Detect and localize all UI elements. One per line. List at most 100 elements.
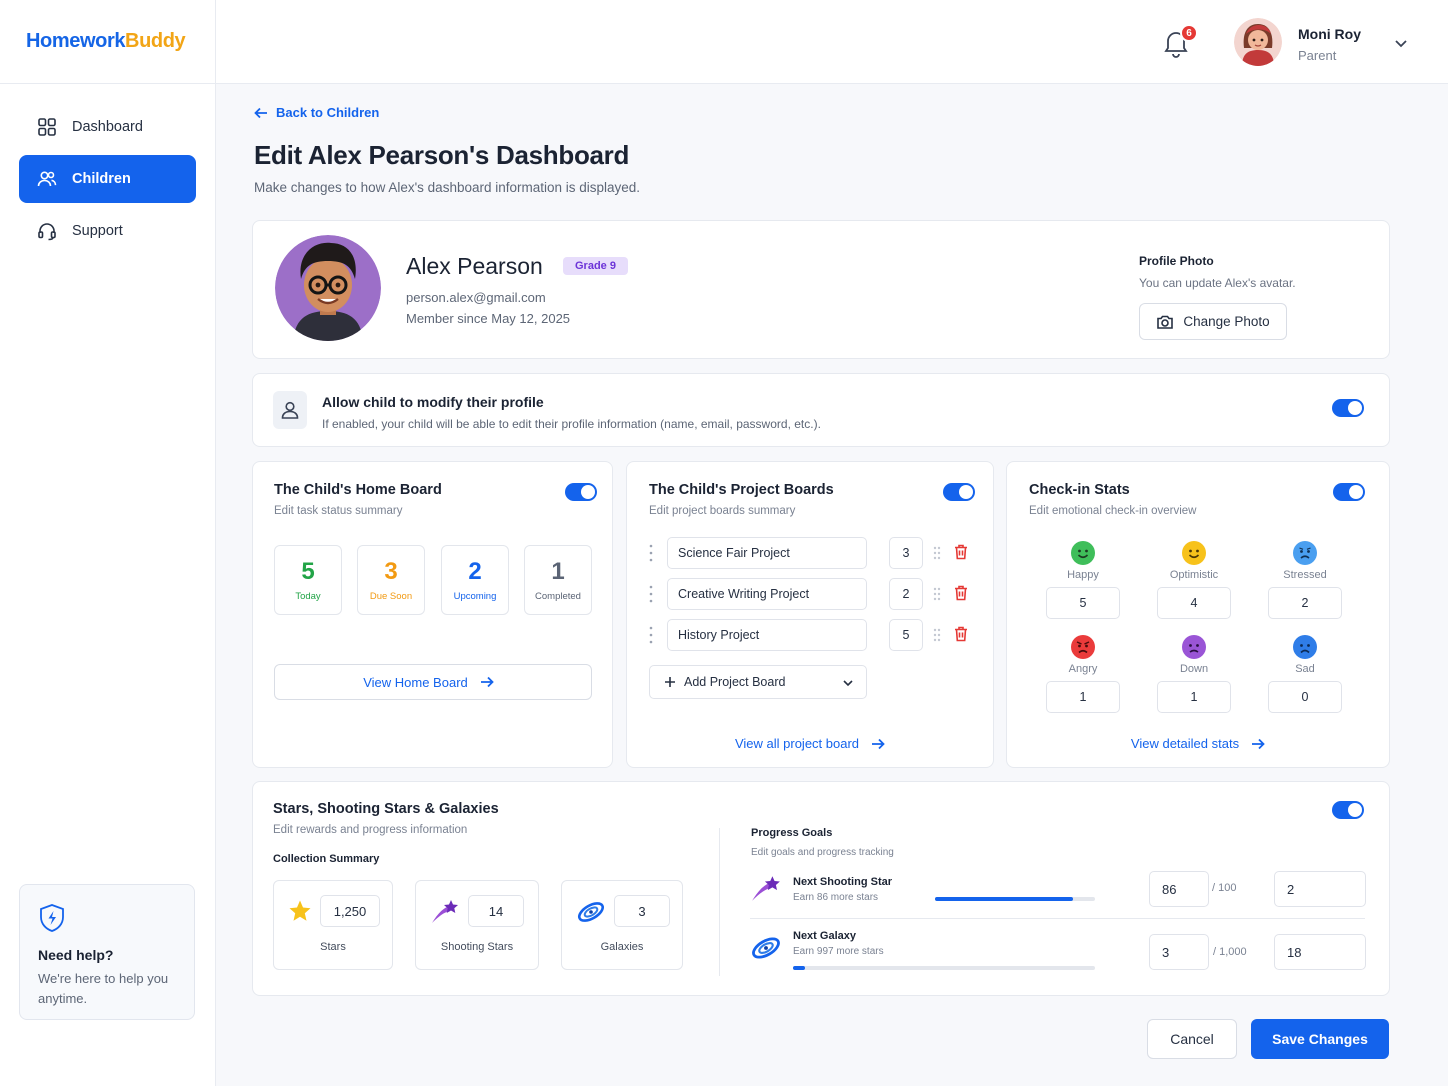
sidebar: Homework Buddy Dashboard Children Support… (0, 0, 216, 1086)
view-detailed-stats-link[interactable]: View detailed stats (1007, 736, 1389, 751)
logo-text-buddy: Buddy (125, 30, 186, 52)
emotion-happy: Happy 5 (1046, 541, 1120, 619)
profile-card: Alex Pearson Grade 9 person.alex@gmail.c… (252, 220, 1390, 359)
collection-galaxies: 3 Galaxies (561, 880, 683, 970)
sidebar-item-label: Dashboard (72, 119, 143, 135)
goal-target-input[interactable]: 2 (1274, 871, 1366, 907)
cancel-label: Cancel (1170, 1031, 1214, 1047)
user-avatar[interactable] (1234, 18, 1282, 66)
trash-icon[interactable] (954, 544, 968, 560)
project-count-input[interactable]: 2 (889, 578, 923, 610)
project-row: Science Fair Project 3 (649, 537, 979, 569)
shooting-star-icon (432, 900, 458, 923)
sidebar-item-support[interactable]: Support (19, 207, 196, 255)
reorder-grip-icon[interactable] (932, 545, 942, 561)
emotion-count-input[interactable]: 4 (1157, 587, 1231, 619)
project-count-input[interactable]: 5 (889, 619, 923, 651)
project-row: Creative Writing Project 2 (649, 578, 979, 610)
progress-goals-title: Progress Goals (751, 827, 833, 839)
user-menu-toggle[interactable] (1394, 36, 1408, 50)
view-home-board-label: View Home Board (363, 674, 468, 690)
drag-handle-icon[interactable] (649, 626, 653, 644)
home-board-title: The Child's Home Board (274, 482, 442, 498)
goal-target-input[interactable]: 18 (1274, 934, 1366, 970)
project-name-input[interactable]: Creative Writing Project (667, 578, 867, 610)
goal-progress-bar (793, 966, 1095, 970)
emotion-count-input[interactable]: 2 (1268, 587, 1342, 619)
project-count-input[interactable]: 3 (889, 537, 923, 569)
collection-label: Shooting Stars (440, 941, 514, 953)
project-name-input[interactable]: Science Fair Project (667, 537, 867, 569)
back-to-children-link[interactable]: Back to Children (254, 105, 379, 120)
allow-modify-title: Allow child to modify their profile (322, 394, 544, 410)
arrow-right-icon (872, 738, 885, 749)
drag-handle-icon[interactable] (649, 585, 653, 603)
project-boards-card: The Child's Project Boards Edit project … (626, 461, 994, 768)
add-project-board-select[interactable]: Add Project Board (649, 665, 867, 699)
user-name: Moni Roy (1298, 26, 1361, 42)
sidebar-item-label: Support (72, 223, 123, 239)
chevron-down-icon (1395, 40, 1407, 48)
allow-modify-toggle[interactable] (1332, 399, 1364, 417)
checkin-toggle[interactable] (1333, 483, 1365, 501)
save-changes-button[interactable]: Save Changes (1251, 1019, 1389, 1059)
reorder-grip-icon[interactable] (932, 586, 942, 602)
cancel-button[interactable]: Cancel (1147, 1019, 1237, 1059)
save-label: Save Changes (1272, 1031, 1368, 1047)
change-photo-button[interactable]: Change Photo (1139, 303, 1287, 340)
sad-face-icon (1293, 635, 1317, 659)
shooting-stars-count-input[interactable]: 14 (468, 895, 524, 927)
goal-current-input[interactable]: 86 (1149, 871, 1209, 907)
back-link-label: Back to Children (276, 105, 380, 120)
emotion-count-input[interactable]: 1 (1157, 681, 1231, 713)
checkin-title: Check-in Stats (1029, 482, 1130, 498)
grid-icon (38, 118, 56, 136)
sidebar-item-label: Children (72, 171, 131, 187)
happy-face-icon (1071, 541, 1095, 565)
shooting-star-icon (752, 876, 780, 901)
arrow-right-icon (1252, 738, 1265, 749)
goal-current-input[interactable]: 3 (1149, 934, 1209, 970)
sidebar-item-children[interactable]: Children (19, 155, 196, 203)
help-card: Need help? We're here to help you anytim… (19, 884, 195, 1020)
shield-bolt-icon (40, 904, 64, 932)
stars-count-input[interactable]: 1,250 (320, 895, 380, 927)
emotion-label: Angry (1068, 663, 1098, 675)
app-logo[interactable]: Homework Buddy (0, 0, 215, 84)
project-boards-toggle[interactable] (943, 483, 975, 501)
allow-modify-icon-wrap (273, 391, 307, 429)
goal-denominator: / 100 (1212, 882, 1237, 894)
reorder-grip-icon[interactable] (932, 627, 942, 643)
emotion-label: Sad (1295, 663, 1315, 675)
drag-handle-icon[interactable] (649, 544, 653, 562)
galaxies-count-input[interactable]: 3 (614, 895, 670, 927)
emotion-count-input[interactable]: 5 (1046, 587, 1120, 619)
sidebar-nav: Dashboard Children Support (0, 84, 215, 255)
home-board-card: The Child's Home Board Edit task status … (252, 461, 613, 768)
arrow-right-icon (480, 676, 494, 688)
add-project-board-label: Add Project Board (684, 675, 786, 689)
notifications-button[interactable]: 6 (1162, 24, 1198, 58)
collection-stars: 1,250 Stars (273, 880, 393, 970)
camera-icon (1157, 315, 1174, 329)
home-board-toggle[interactable] (565, 483, 597, 501)
star-icon (289, 900, 311, 921)
allow-modify-subtitle: If enabled, your child will be able to e… (322, 417, 821, 431)
stat-value: 3 (384, 558, 398, 585)
stat-due-soon: 3 Due Soon (357, 545, 425, 615)
view-all-project-boards-link[interactable]: View all project board (627, 736, 993, 751)
goal-progress-fill (935, 897, 1073, 901)
users-icon (37, 171, 57, 187)
trash-icon[interactable] (954, 626, 968, 642)
stat-label: Due Soon (369, 591, 413, 602)
trash-icon[interactable] (954, 585, 968, 601)
goal-title: Next Shooting Star (793, 876, 893, 888)
sidebar-item-dashboard[interactable]: Dashboard (19, 103, 196, 151)
stat-today: 5 Today (274, 545, 342, 615)
project-name-input[interactable]: History Project (667, 619, 867, 651)
stars-toggle[interactable] (1332, 801, 1364, 819)
view-home-board-button[interactable]: View Home Board (274, 664, 592, 700)
emotion-count-input[interactable]: 0 (1268, 681, 1342, 713)
emotion-count-input[interactable]: 1 (1046, 681, 1120, 713)
child-email: person.alex@gmail.com (406, 290, 546, 305)
